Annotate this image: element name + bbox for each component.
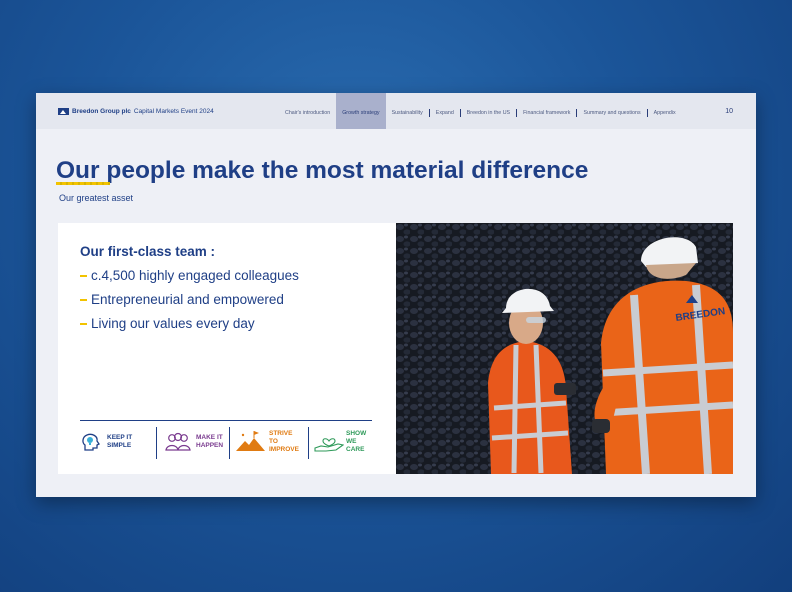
workers-illustration: BREEDON bbox=[396, 223, 733, 474]
bullet-item: c.4,500 highly engaged colleagues bbox=[80, 268, 299, 292]
values-divider bbox=[80, 420, 372, 421]
value-label: SHOW WE CARE bbox=[346, 430, 367, 453]
event-name: Capital Markets Event 2024 bbox=[133, 108, 214, 115]
page-title: Our people make the most material differ… bbox=[56, 157, 589, 184]
nav-item-breedon-in-the-us[interactable]: Breedon in the US bbox=[461, 93, 516, 129]
nav-item-appendix[interactable]: Appendix bbox=[648, 93, 682, 129]
workers-photo: BREEDON bbox=[396, 223, 733, 474]
brand: Breedon Group plc Capital Markets Event … bbox=[58, 108, 214, 115]
value-label: MAKE IT HAPPEN bbox=[196, 434, 224, 449]
head-lightbulb-icon bbox=[82, 433, 100, 451]
nav-item-sustainability[interactable]: Sustainability bbox=[386, 93, 429, 129]
value-separator bbox=[229, 427, 230, 459]
value-separator bbox=[308, 427, 309, 459]
team-heading: Our first-class team : bbox=[80, 244, 216, 259]
page-subtitle: Our greatest asset bbox=[59, 193, 134, 203]
value-show-we-care: SHOW WE CARE bbox=[308, 425, 372, 459]
bullet-item: Living our values every day bbox=[80, 316, 299, 340]
section-nav: Chair's introduction Growth strategy Susta… bbox=[279, 93, 682, 129]
bullet-text: Entrepreneurial and empowered bbox=[91, 292, 284, 307]
mountain-flag-icon bbox=[236, 431, 265, 451]
bullet-dash-icon bbox=[80, 275, 87, 277]
nav-item-summary-and-questions[interactable]: Summary and questions bbox=[577, 93, 646, 129]
value-keep-it-simple: KEEP IT SIMPLE bbox=[80, 425, 156, 459]
hand-heart-icon bbox=[314, 438, 344, 452]
value-make-it-happen: MAKE IT HAPPEN bbox=[156, 425, 229, 459]
value-label: STRIVE TO IMPROVE bbox=[269, 430, 299, 453]
breedon-logo-icon bbox=[58, 108, 69, 115]
bullet-text: Living our values every day bbox=[91, 316, 255, 331]
nav-item-growth-strategy[interactable]: Growth strategy bbox=[336, 93, 386, 129]
title-underline-accent bbox=[56, 182, 110, 185]
nav-item-expand[interactable]: Expand bbox=[430, 93, 460, 129]
company-name: Breedon Group plc bbox=[72, 108, 131, 115]
people-group-icon bbox=[165, 432, 191, 451]
nav-item-chair-s-introduction[interactable]: Chair's introduction bbox=[279, 93, 336, 129]
bullet-text: c.4,500 highly engaged colleagues bbox=[91, 268, 299, 283]
slide: Breedon Group plc Capital Markets Event … bbox=[36, 93, 756, 497]
values-row: KEEP IT SIMPLE MAKE IT HAPPEN STRIVE TO … bbox=[80, 425, 372, 461]
slide-header: Breedon Group plc Capital Markets Event … bbox=[36, 93, 756, 129]
team-card: Our first-class team : c.4,500 highly en… bbox=[58, 223, 396, 474]
value-label: KEEP IT SIMPLE bbox=[107, 434, 133, 449]
bullet-item: Entrepreneurial and empowered bbox=[80, 292, 299, 316]
value-separator bbox=[156, 427, 157, 459]
nav-item-financial-framework[interactable]: Financial framework bbox=[517, 93, 576, 129]
team-bullet-list: c.4,500 highly engaged colleagues Entrep… bbox=[80, 268, 299, 340]
page-number: 10 bbox=[725, 108, 733, 115]
bullet-dash-icon bbox=[80, 299, 87, 301]
value-strive-to-improve: STRIVE TO IMPROVE bbox=[229, 425, 308, 459]
bullet-dash-icon bbox=[80, 323, 87, 325]
